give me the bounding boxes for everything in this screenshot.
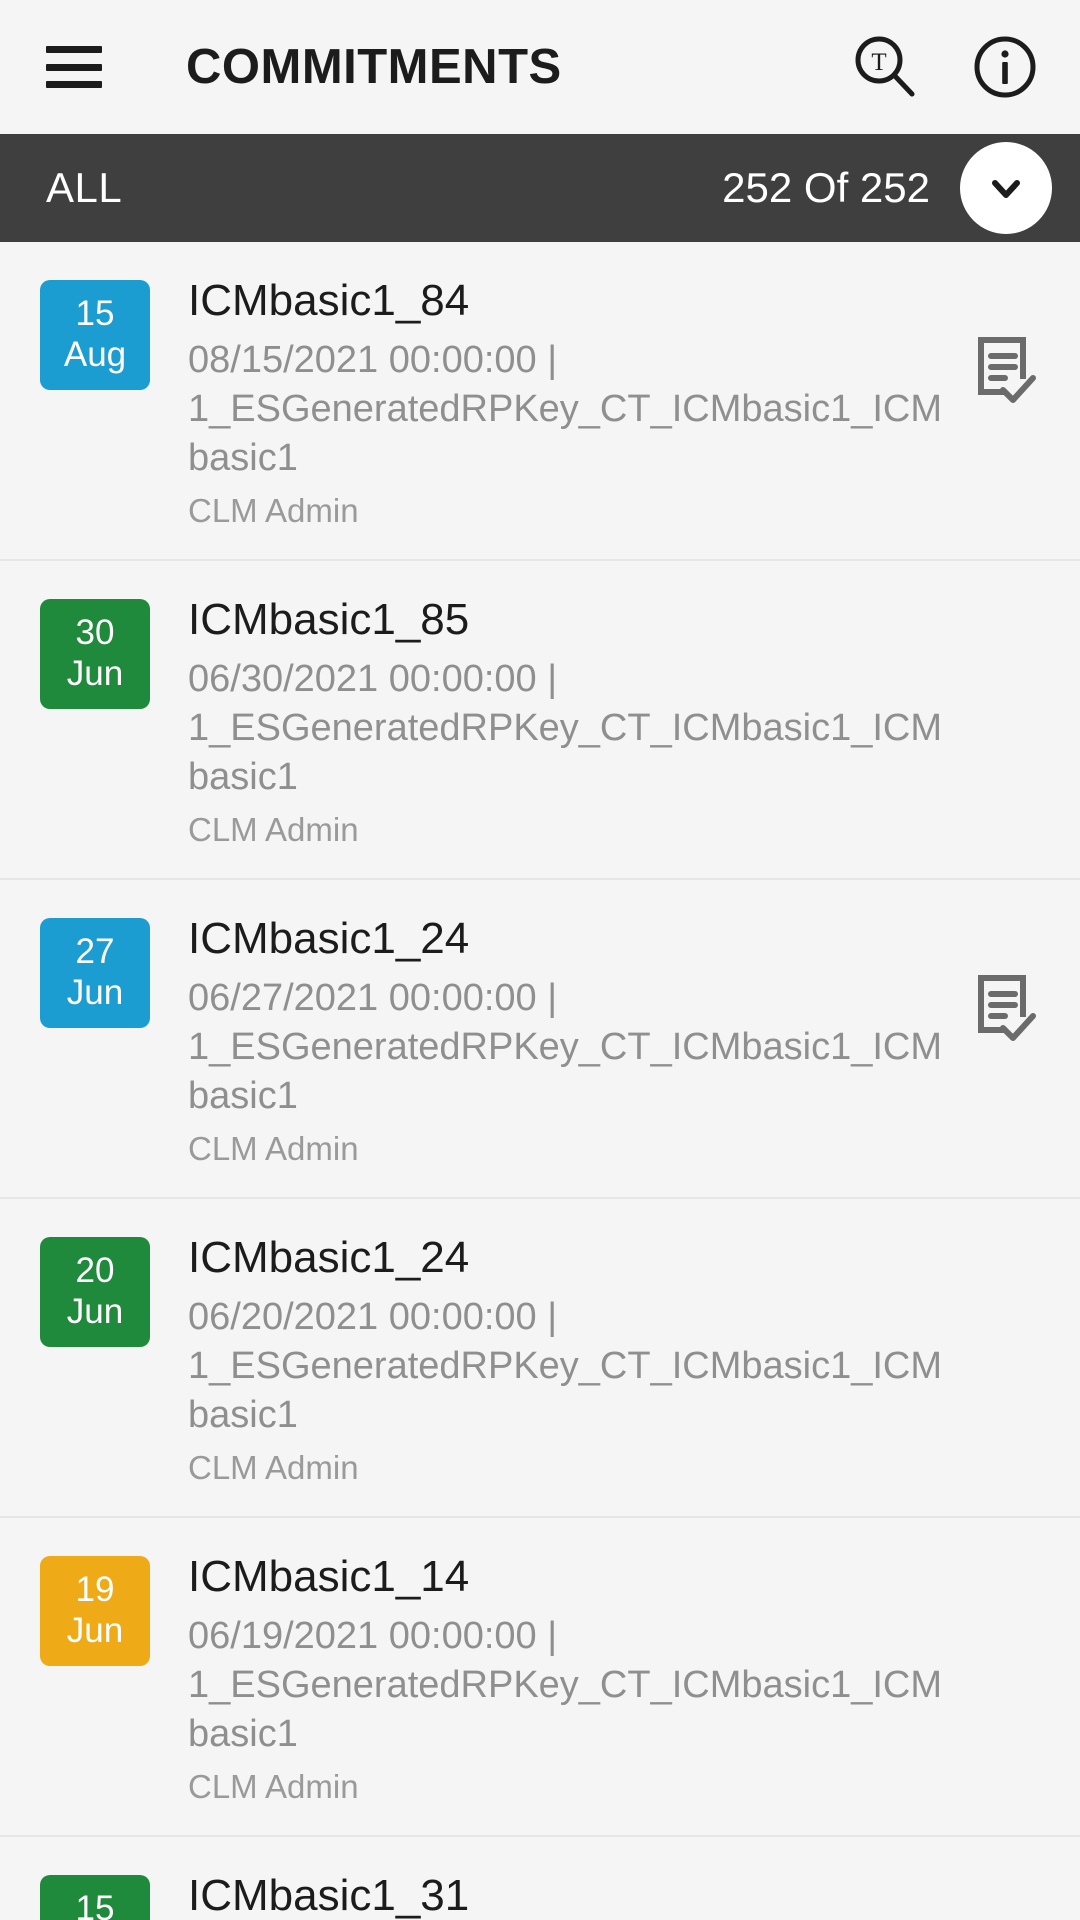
- date-badge-day: 15: [75, 1889, 115, 1920]
- date-badge-day: 27: [75, 932, 115, 971]
- commitment-title: ICMbasic1_31: [188, 1871, 470, 1920]
- commitment-row[interactable]: 15 Aug ICMbasic1_84 08/15/2021 00:00:00 | 1…: [0, 242, 1080, 561]
- document-check-icon-svg: [978, 975, 1036, 1041]
- commitment-title: ICMbasic1_85: [188, 595, 470, 644]
- date-badge-month: Aug: [63, 335, 127, 374]
- document-check-icon-svg: [978, 337, 1036, 403]
- commitment-row[interactable]: 20 Jun ICMbasic1_24 06/20/2021 00:00:00 | 1…: [0, 1199, 1080, 1518]
- hamburger-line: [46, 46, 102, 53]
- commitment-subtitle: 06/19/2021 00:00:00 | 1_ESGeneratedRPKey…: [188, 1615, 943, 1755]
- commitment-row-body: ICMbasic1_85 06/30/2021 00:00:00 | 1_ESGe…: [150, 591, 960, 852]
- commitment-row[interactable]: 30 Jun ICMbasic1_85 06/30/2021 00:00:00 | 1…: [0, 561, 1080, 880]
- commitment-row-body: ICMbasic1_24 06/20/2021 00:00:00 | 1_ESGe…: [150, 1229, 960, 1490]
- commitment-title: ICMbasic1_84: [188, 276, 470, 325]
- commitment-owner: CLM Admin: [188, 811, 359, 848]
- info-circle-icon-svg: [974, 36, 1036, 98]
- commitment-subtitle: 06/20/2021 00:00:00 | 1_ESGeneratedRPKey…: [188, 1296, 943, 1436]
- hamburger-line: [46, 63, 102, 71]
- commitment-subtitle: 06/27/2021 00:00:00 | 1_ESGeneratedRPKey…: [188, 977, 943, 1117]
- search-text-icon[interactable]: T: [848, 30, 922, 104]
- app-bar-actions: T: [848, 30, 1042, 104]
- page-title: COMMITMENTS: [186, 40, 562, 94]
- document-check-icon[interactable]: [960, 910, 1046, 1046]
- date-badge: 15 Aug: [40, 280, 150, 390]
- date-badge-day: 15: [75, 294, 115, 333]
- search-text-icon-svg: T: [855, 36, 915, 97]
- commitment-owner: CLM Admin: [188, 492, 359, 529]
- app-bar: COMMITMENTS T: [0, 0, 1080, 134]
- commitment-owner: CLM Admin: [188, 1130, 359, 1167]
- date-badge-month: Jun: [66, 973, 124, 1012]
- date-badge: 30 Jun: [40, 599, 150, 709]
- hamburger-line: [46, 81, 102, 88]
- document-check-icon[interactable]: [960, 272, 1046, 408]
- date-badge: 27 Jun: [40, 918, 150, 1028]
- date-badge-month: Jun: [66, 1292, 124, 1331]
- date-badge: 20 Jun: [40, 1237, 150, 1347]
- date-badge-day: 19: [75, 1570, 115, 1609]
- commitment-row[interactable]: 15JunICMbasic1_3106/15/2021 00:00:00 | 1…: [0, 1837, 1080, 1920]
- commitment-list[interactable]: 15 Aug ICMbasic1_84 08/15/2021 00:00:00 | 1…: [0, 242, 1080, 1920]
- date-badge-month: Jun: [66, 654, 124, 693]
- commitment-row-body: ICMbasic1_3106/15/2021 00:00:00 | 1_ESGe…: [150, 1867, 960, 1920]
- commitment-subtitle: 08/15/2021 00:00:00 | 1_ESGeneratedRPKey…: [188, 339, 943, 479]
- date-badge: 19 Jun: [40, 1556, 150, 1666]
- expand-filter-button[interactable]: [960, 142, 1052, 234]
- commitment-subtitle: 06/30/2021 00:00:00 | 1_ESGeneratedRPKey…: [188, 658, 943, 798]
- chevron-down-icon: [992, 180, 1020, 198]
- commitment-owner: CLM Admin: [188, 1449, 359, 1486]
- info-circle-icon[interactable]: [968, 30, 1042, 104]
- date-badge: 15Jun: [40, 1875, 150, 1920]
- commitment-row-body: ICMbasic1_14 06/19/2021 00:00:00 | 1_ESGe…: [150, 1548, 960, 1809]
- filter-label[interactable]: ALL: [46, 164, 722, 212]
- commitment-title: ICMbasic1_24: [188, 1233, 470, 1282]
- date-badge-day: 30: [75, 613, 115, 652]
- date-badge-day: 20: [75, 1251, 115, 1290]
- commitment-owner: CLM Admin: [188, 1768, 359, 1805]
- commitment-row[interactable]: 19 Jun ICMbasic1_14 06/19/2021 00:00:00 | 1…: [0, 1518, 1080, 1837]
- date-badge-month: Jun: [66, 1611, 124, 1650]
- commitment-title: ICMbasic1_14: [188, 1552, 470, 1601]
- record-count: 252 Of 252: [722, 164, 930, 211]
- commitment-row-body: ICMbasic1_24 06/27/2021 00:00:00 | 1_ESGe…: [150, 910, 960, 1171]
- commitment-title: ICMbasic1_24: [188, 914, 470, 963]
- hamburger-menu-icon[interactable]: [46, 46, 102, 88]
- app-screen: COMMITMENTS T ALL 252 Of 252 15 Aug ICMb…: [0, 0, 1080, 1920]
- filter-bar: ALL 252 Of 252: [0, 134, 1080, 242]
- svg-text:T: T: [871, 49, 886, 76]
- commitment-row[interactable]: 27 Jun ICMbasic1_24 06/27/2021 00:00:00 | 1…: [0, 880, 1080, 1199]
- commitment-row-body: ICMbasic1_84 08/15/2021 00:00:00 | 1_ESGe…: [150, 272, 960, 533]
